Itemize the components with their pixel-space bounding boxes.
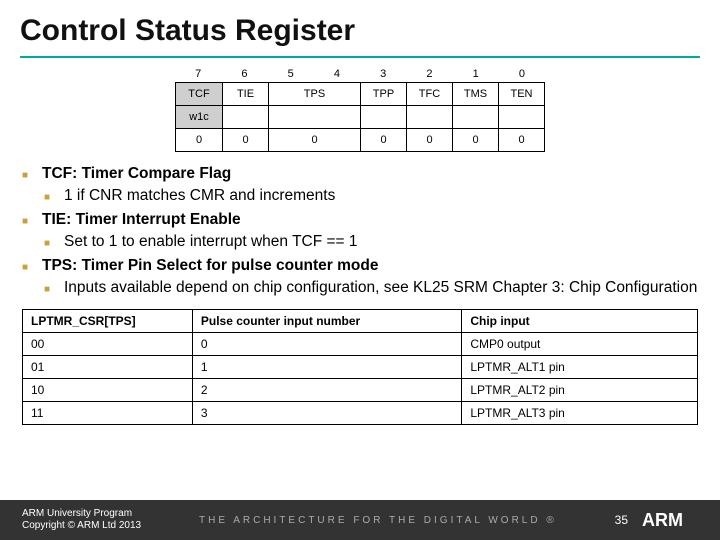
register-field: TEN: [498, 83, 544, 105]
bit-number: 5: [268, 68, 314, 82]
table-cell: 2: [192, 378, 461, 401]
table-cell: 0: [192, 332, 461, 355]
bit-number: 3: [360, 68, 406, 82]
register-reset: 0: [452, 129, 498, 151]
footer-line1: ARM University Program: [22, 508, 141, 521]
register-field: TCF: [176, 83, 222, 105]
register-reset: 0: [360, 129, 406, 151]
register-field: TMS: [452, 83, 498, 105]
footer-line2: Copyright © ARM Ltd 2013: [22, 520, 141, 533]
bit-number: 6: [221, 68, 267, 82]
table-row: 00 0 CMP0 output: [23, 332, 698, 355]
bit-number: 4: [314, 68, 360, 82]
slide-title: Control Status Register: [0, 0, 720, 50]
register-bit-numbers: 76543210: [175, 68, 545, 82]
bullet-heading: TPS: Timer Pin Select for pulse counter …: [42, 257, 378, 274]
register-diagram: 76543210 TCFTIETPSTPPTFCTMSTEN w1c 00000…: [175, 68, 545, 152]
slide-footer: ARM University Program Copyright © ARM L…: [0, 500, 720, 540]
register-access: [498, 106, 544, 128]
register-access: [452, 106, 498, 128]
table-row: 01 1 LPTMR_ALT1 pin: [23, 355, 698, 378]
register-reset: 0: [176, 129, 222, 151]
register-access-row: w1c: [175, 106, 545, 129]
bullet-item: TCF: Timer Compare Flag 1 if CNR matches…: [22, 164, 698, 207]
table-row: 10 2 LPTMR_ALT2 pin: [23, 378, 698, 401]
register-field: TIE: [222, 83, 268, 105]
bullet-item: TPS: Timer Pin Select for pulse counter …: [22, 256, 698, 299]
sub-bullet: Set to 1 to enable interrupt when TCF ==…: [42, 232, 698, 253]
table-cell: LPTMR_ALT3 pin: [462, 401, 698, 424]
table-cell: 00: [23, 332, 193, 355]
table-header: LPTMR_CSR[TPS]: [23, 309, 193, 332]
table-cell: LPTMR_ALT2 pin: [462, 378, 698, 401]
bullet-heading: TCF: Timer Compare Flag: [42, 165, 231, 182]
register-access: [268, 106, 360, 128]
title-divider: [20, 56, 700, 58]
register-field: TPP: [360, 83, 406, 105]
register-field: TFC: [406, 83, 452, 105]
svg-text:ARM: ARM: [642, 510, 683, 530]
table-cell: 3: [192, 401, 461, 424]
register-access: [222, 106, 268, 128]
bullet-item: TIE: Timer Interrupt Enable Set to 1 to …: [22, 210, 698, 253]
register-reset: 0: [406, 129, 452, 151]
bit-number: 1: [453, 68, 499, 82]
table-cell: 1: [192, 355, 461, 378]
table-header: Pulse counter input number: [192, 309, 461, 332]
tps-table: LPTMR_CSR[TPS] Pulse counter input numbe…: [22, 309, 698, 425]
table-row: 11 3 LPTMR_ALT3 pin: [23, 401, 698, 424]
footer-copyright: ARM University Program Copyright © ARM L…: [0, 508, 141, 533]
sub-bullet: Inputs available depend on chip configur…: [42, 278, 698, 299]
register-reset-row: 0000000: [175, 129, 545, 152]
table-cell: CMP0 output: [462, 332, 698, 355]
sub-bullet: 1 if CNR matches CMR and increments: [42, 186, 698, 207]
table-cell: LPTMR_ALT1 pin: [462, 355, 698, 378]
table-cell: 10: [23, 378, 193, 401]
bit-number: 0: [499, 68, 545, 82]
register-field-row: TCFTIETPSTPPTFCTMSTEN: [175, 82, 545, 106]
register-reset: 0: [222, 129, 268, 151]
register-access: w1c: [176, 106, 222, 128]
register-access: [406, 106, 452, 128]
bullet-heading: TIE: Timer Interrupt Enable: [42, 211, 241, 228]
bit-number: 7: [175, 68, 221, 82]
arm-logo: ARM: [642, 509, 720, 531]
table-cell: 11: [23, 401, 193, 424]
register-field: TPS: [268, 83, 360, 105]
page-number: 35: [615, 513, 642, 527]
footer-tagline: THE ARCHITECTURE FOR THE DIGITAL WORLD ®: [141, 515, 615, 526]
register-access: [360, 106, 406, 128]
bullet-content: TCF: Timer Compare Flag 1 if CNR matches…: [0, 152, 720, 299]
bit-number: 2: [406, 68, 452, 82]
register-reset: 0: [498, 129, 544, 151]
slide: Control Status Register 76543210 TCFTIET…: [0, 0, 720, 540]
register-reset: 0: [268, 129, 360, 151]
table-header: Chip input: [462, 309, 698, 332]
table-cell: 01: [23, 355, 193, 378]
